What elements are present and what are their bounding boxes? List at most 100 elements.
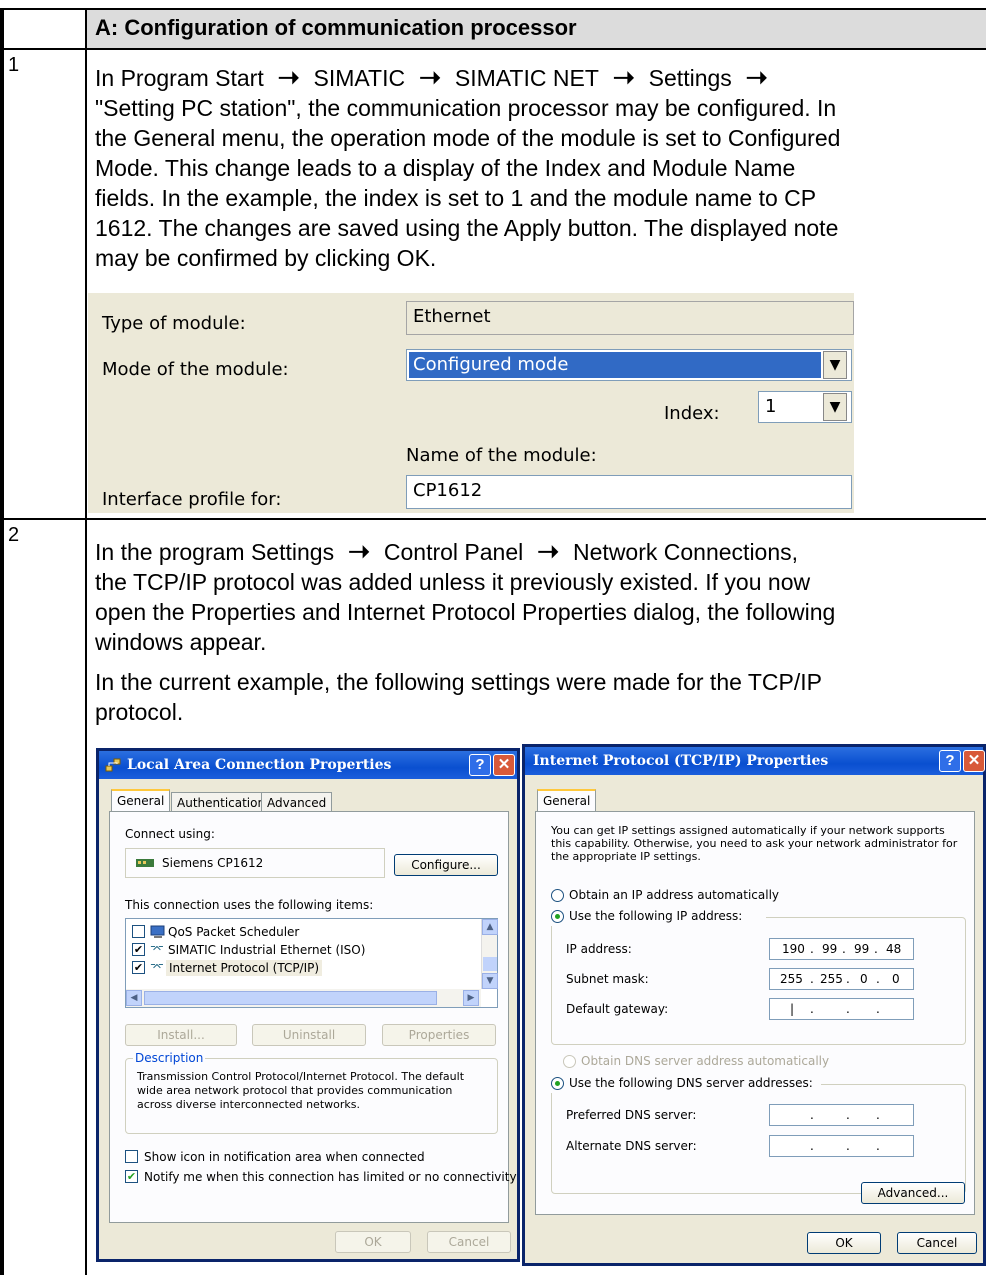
advanced-button[interactable]: Advanced... — [861, 1182, 965, 1204]
show-icon-checkbox[interactable] — [125, 1150, 138, 1163]
arrow-icon: ➝ — [419, 62, 441, 92]
lan-ok-button[interactable]: OK — [335, 1231, 411, 1253]
items-list[interactable]: QoS Packet Scheduler ✔ ⌤ SIMATIC Industr… — [125, 918, 498, 1008]
adapter-card-icon — [136, 859, 154, 867]
network-icon — [105, 758, 121, 772]
row-2-text: In the program Settings ➝ Control Panel ➝ Ne… — [95, 536, 965, 727]
module-name-input[interactable]: CP1612 — [406, 475, 852, 509]
use-dns-radio[interactable] — [551, 1077, 564, 1090]
obtain-ip-label: Obtain an IP address automatically — [569, 888, 780, 902]
row-2-line: windows appear. — [95, 629, 267, 655]
lan-dialog-titlebar[interactable]: Local Area Connection Properties ? ✕ — [99, 751, 517, 779]
scroll-left-icon[interactable]: ◀ — [126, 990, 142, 1006]
use-ip-option[interactable]: Use the following IP address: — [551, 908, 766, 926]
adapter-box: Siemens CP1612 — [125, 848, 385, 878]
interface-profile-label: Interface profile for: — [102, 489, 282, 510]
row-2-line: the TCP/IP protocol was added unless it … — [95, 569, 811, 595]
row-1-path-line: In Program Start ➝ SIMATIC ➝ SIMATIC NET ➝ Set… — [95, 62, 965, 93]
scroll-up-icon[interactable]: ▲ — [482, 919, 498, 935]
subnet-mask-input[interactable]: 255. 255. 0. 0 — [769, 968, 914, 990]
row-2-path-network: Network Connections, — [573, 539, 799, 565]
alternate-dns-label: Alternate DNS server: — [566, 1139, 697, 1153]
module-config-panel: Type of module: Ethernet Mode of the mod… — [88, 293, 854, 513]
list-item-selected[interactable]: ✔ ⌤ Internet Protocol (TCP/IP) — [126, 959, 476, 977]
list-item[interactable]: ✔ ⌤ SIMATIC Industrial Ethernet (ISO) — [126, 941, 476, 959]
obtain-dns-radio[interactable] — [563, 1055, 576, 1068]
tcpip-cancel-button[interactable]: Cancel — [897, 1232, 977, 1254]
checkbox[interactable] — [132, 925, 145, 938]
subnet-mask-label: Subnet mask: — [566, 972, 649, 986]
use-dns-option[interactable]: Use the following DNS server addresses: — [551, 1075, 821, 1093]
tab-advanced[interactable]: Advanced — [261, 792, 333, 812]
checkbox-checked[interactable]: ✔ — [132, 943, 145, 956]
protocol-icon: ⌤ — [150, 960, 164, 974]
intro-text: the appropriate IP settings. — [551, 850, 701, 863]
tcpip-ok-button[interactable]: OK — [807, 1232, 881, 1254]
row-1-line: 1612. The changes are saved using the Ap… — [95, 215, 839, 241]
default-gateway-input[interactable]: |... — [769, 998, 914, 1020]
table-row-divider — [0, 518, 986, 520]
arrow-icon: ➝ — [348, 536, 370, 566]
ip-octet: 48 — [886, 942, 902, 956]
row-1-line: Mode. This change leads to a display of … — [95, 155, 796, 181]
mode-of-module-select[interactable]: Configured mode ▼ — [406, 349, 852, 381]
type-of-module-label: Type of module: — [102, 313, 246, 334]
obtain-ip-radio[interactable] — [551, 889, 564, 902]
alternate-dns-input[interactable]: ... — [769, 1135, 914, 1157]
notify-checkbox-checked[interactable]: ✔ — [125, 1170, 138, 1183]
protocol-icon: ⌤ — [150, 942, 164, 956]
chevron-down-icon[interactable]: ▼ — [823, 351, 847, 379]
row-1-line: "Setting PC station", the communication … — [95, 95, 837, 121]
scroll-right-icon[interactable]: ▶ — [463, 990, 479, 1006]
tab-general[interactable]: General — [537, 789, 597, 812]
show-icon-label: Show icon in notification area when conn… — [144, 1150, 425, 1164]
lan-cancel-button[interactable]: Cancel — [427, 1231, 511, 1253]
table-column-divider — [85, 8, 87, 1275]
description-label: Description — [133, 1051, 206, 1065]
use-ip-radio[interactable] — [551, 910, 564, 923]
ip-octet: 190 — [782, 942, 805, 956]
index-label: Index: — [664, 403, 720, 424]
table-border-left — [0, 8, 4, 1275]
lan-general-page: Connect using: Siemens CP1612 Configure.… — [109, 811, 517, 1223]
mask-octet: 0 — [892, 972, 900, 986]
close-icon[interactable]: ✕ — [963, 750, 985, 772]
tcpip-dialog-titlebar[interactable]: Internet Protocol (TCP/IP) Properties ? … — [525, 747, 985, 775]
tab-general[interactable]: General — [111, 789, 171, 812]
intro-text: You can get IP settings assigned automat… — [551, 824, 945, 837]
help-icon[interactable]: ? — [939, 750, 961, 772]
row-2-path-line: In the program Settings ➝ Control Panel ➝ Ne… — [95, 536, 965, 567]
horizontal-scrollbar[interactable]: ◀ ▶ — [126, 989, 481, 1007]
scroll-thumb[interactable] — [144, 991, 437, 1005]
description-text: wide area network protocol that provides… — [137, 1084, 453, 1097]
row-1-path-simatic-net: SIMATIC NET — [454, 65, 599, 91]
row-2-path-control-panel: Control Panel — [383, 539, 524, 565]
index-select[interactable]: 1 ▼ — [758, 391, 852, 423]
chevron-down-icon[interactable]: ▼ — [823, 393, 847, 421]
arrow-icon: ➝ — [537, 536, 560, 566]
row-1-line: the General menu, the operation mode of … — [95, 125, 841, 151]
ip-address-input[interactable]: 190. 99. 99. 48 — [769, 938, 914, 960]
arrow-icon: ➝ — [277, 62, 300, 92]
row-number-2: 2 — [8, 524, 20, 546]
install-button[interactable]: Install... — [125, 1024, 237, 1046]
tab-authentication[interactable]: Authentication — [171, 792, 272, 812]
checkbox-checked[interactable]: ✔ — [132, 961, 145, 974]
uninstall-button[interactable]: Uninstall — [252, 1024, 366, 1046]
properties-button[interactable]: Properties — [382, 1024, 496, 1046]
intro-text: this capability. Otherwise, you need to … — [551, 837, 958, 850]
vertical-scrollbar[interactable]: ▲ ▼ — [481, 919, 498, 989]
help-icon[interactable]: ? — [469, 754, 491, 776]
ip-octet: 99 — [854, 942, 870, 956]
close-icon[interactable]: ✕ — [493, 754, 515, 776]
row-number-1: 1 — [8, 54, 20, 76]
scroll-thumb[interactable] — [483, 957, 497, 971]
row-2-prefix: In the program Settings — [95, 539, 335, 565]
notify-label: Notify me when this connection has limit… — [144, 1170, 517, 1184]
list-item[interactable]: QoS Packet Scheduler — [126, 923, 476, 941]
use-ip-label: Use the following IP address: — [569, 909, 743, 923]
preferred-dns-input[interactable]: ... — [769, 1104, 914, 1126]
scroll-down-icon[interactable]: ▼ — [482, 973, 498, 989]
configure-button[interactable]: Configure... — [394, 854, 498, 876]
arrow-icon: ➝ — [745, 62, 768, 92]
